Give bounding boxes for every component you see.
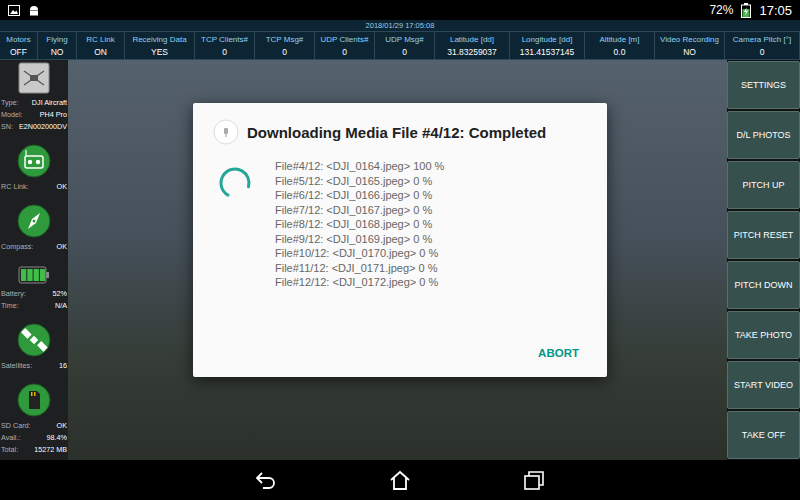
timestamp: 2018/01/29 17:05:08	[0, 20, 800, 32]
telemetry-field: Receiving DataYES	[125, 32, 195, 59]
recent-apps-icon[interactable]	[523, 470, 545, 490]
file-progress-line: File#9/12: <DJI_0169.jpeg> 0 %	[275, 232, 444, 247]
status-group: Type:DJI AircraftModel:PH4 ProSN:E2N0020…	[1, 62, 67, 133]
telemetry-field: Video RecordingNO	[655, 32, 725, 59]
status-group: Compass:OK	[1, 204, 67, 253]
status-group: Satellites:16	[1, 323, 67, 372]
battery-icon	[741, 3, 751, 18]
action-button[interactable]: PITCH RESET	[727, 211, 800, 259]
telemetry-bar: 2018/01/29 17:05:08MotorsOFFFlyingNORC L…	[0, 20, 800, 60]
status-line: Model:PH4 Pro	[1, 109, 67, 121]
file-progress-line: File#12/12: <DJI_0172.jpeg> 0 %	[275, 275, 444, 290]
remote-controller-icon	[17, 144, 51, 178]
status-line: Satellites:16	[1, 360, 67, 372]
battery-percent: 72%	[709, 3, 733, 17]
action-button[interactable]: START VIDEO	[727, 361, 800, 409]
aircraft-icon	[18, 62, 50, 94]
telemetry-field: Altitude [m]0.0	[585, 32, 655, 59]
status-line: Time:N/A	[1, 300, 67, 312]
action-button[interactable]: SETTINGS	[727, 61, 800, 109]
battery-icon	[18, 265, 50, 285]
clock: 17:05	[759, 3, 792, 18]
action-button[interactable]: PITCH DOWN	[727, 261, 800, 309]
telemetry-field: TCP Msg#0	[255, 32, 315, 59]
satellite-icon	[17, 323, 51, 357]
abort-button[interactable]: ABORT	[530, 341, 587, 365]
status-bar: 72% 17:05	[0, 0, 800, 20]
action-button[interactable]: TAKE OFF	[727, 411, 800, 459]
status-line: Avail.:98.4%	[1, 432, 67, 444]
telemetry-field: MotorsOFF	[0, 32, 38, 59]
status-line: Battery:52%	[1, 288, 67, 300]
home-icon[interactable]	[389, 470, 411, 490]
file-progress-line: File#10/12: <DJI_0170.jpeg> 0 %	[275, 246, 444, 261]
action-button[interactable]: TAKE PHOTO	[727, 311, 800, 359]
status-line: RC Link:OK	[1, 181, 67, 193]
download-dialog: Downloading Media File #4/12: Completed F…	[193, 103, 607, 377]
image-icon	[8, 5, 20, 16]
status-line: SD Card:OK	[1, 420, 67, 432]
status-sidebar: Type:DJI AircraftModel:PH4 ProSN:E2N0020…	[0, 60, 68, 460]
telemetry-field: UDP Clients#0	[315, 32, 375, 59]
telemetry-field: Longitude [dd]131.41537145	[510, 32, 585, 59]
telemetry-field: Latitude [dd]31.83259037	[435, 32, 510, 59]
status-group: Battery:52%Time:N/A	[1, 265, 67, 312]
telemetry-field: Camera Pitch [°]0	[725, 32, 800, 59]
file-progress-line: File#11/12: <DJI_0171.jpeg> 0 %	[275, 261, 444, 276]
status-line: SN:E2N002000DV	[1, 121, 67, 133]
android-icon	[28, 4, 40, 16]
status-group: RC Link:OK	[1, 144, 67, 193]
file-progress-line: File#8/12: <DJI_0168.jpeg> 0 %	[275, 217, 444, 232]
telemetry-field: FlyingNO	[38, 32, 77, 59]
file-progress-line: File#7/12: <DJI_0167.jpeg> 0 %	[275, 203, 444, 218]
telemetry-field: UDP Msg#0	[375, 32, 435, 59]
dialog-title: Downloading Media File #4/12: Completed	[247, 124, 546, 141]
action-button[interactable]: PITCH UP	[727, 161, 800, 209]
file-progress-line: File#6/12: <DJI_0166.jpeg> 0 %	[275, 188, 444, 203]
back-icon[interactable]	[255, 471, 277, 489]
status-group: SD Card:OKAvail.:98.4%Total:15272 MB	[1, 383, 67, 456]
app-icon	[213, 119, 239, 145]
status-line: Type:DJI Aircraft	[1, 97, 67, 109]
telemetry-field: RC LinkON	[77, 32, 125, 59]
telemetry-field: TCP Clients#0	[195, 32, 255, 59]
status-line: Compass:OK	[1, 241, 67, 253]
navigation-bar	[0, 460, 800, 500]
status-line: Total:15272 MB	[1, 444, 67, 456]
compass-icon	[17, 204, 51, 238]
file-progress-line: File#5/12: <DJI_0165.jpeg> 0 %	[275, 174, 444, 189]
file-progress-line: File#4/12: <DJI_0164.jpeg> 100 %	[275, 159, 444, 174]
sd-card-icon	[17, 383, 51, 417]
action-button[interactable]: D/L PHOTOS	[727, 111, 800, 159]
screen: 72% 17:05 2018/01/29 17:05:08MotorsOFFFlyi…	[0, 0, 800, 500]
spinner-icon	[217, 165, 253, 201]
action-panel: SETTINGSD/L PHOTOSPITCH UPPITCH RESETPIT…	[727, 60, 800, 460]
